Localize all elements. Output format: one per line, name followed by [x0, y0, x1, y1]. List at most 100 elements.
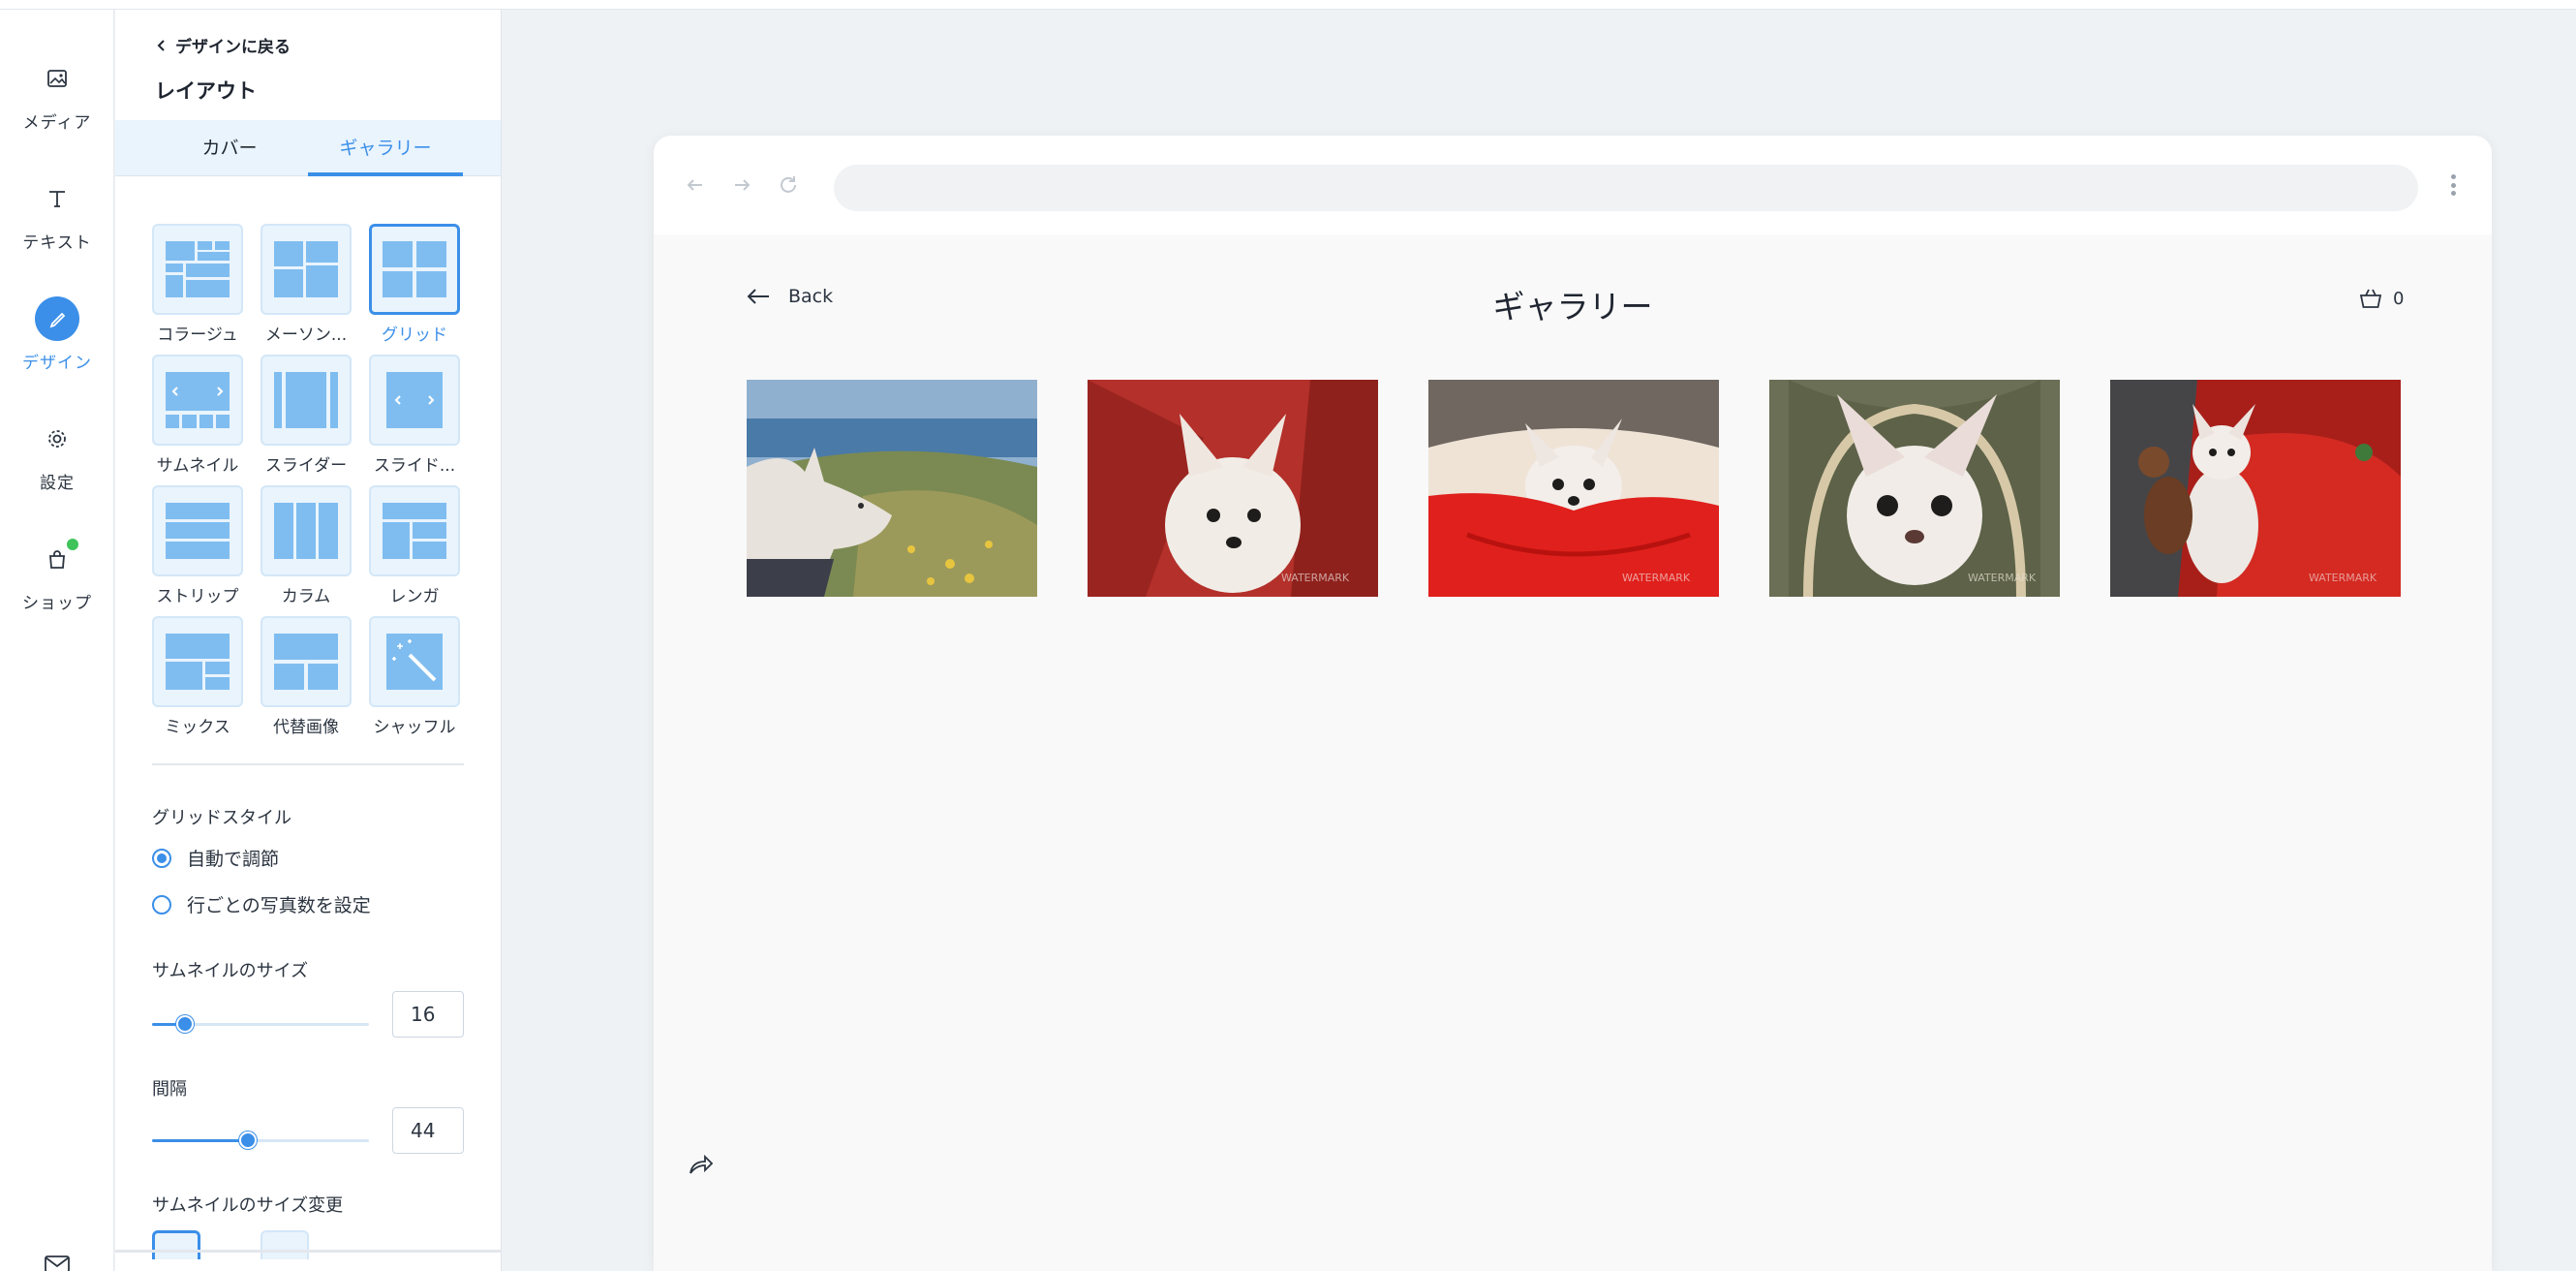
tab-gallery[interactable]: ギャラリー — [308, 120, 463, 176]
rail-label-shop: ショップ — [22, 594, 92, 613]
slider-handle[interactable] — [175, 1015, 194, 1033]
back-label: デザインに戻る — [175, 38, 291, 57]
layout-label: グリッド — [382, 326, 447, 345]
address-bar[interactable] — [834, 165, 2418, 211]
thumbnail-resize-label: サムネイルのサイズ変更 — [152, 1195, 344, 1216]
gallery-photo[interactable] — [747, 380, 1037, 597]
layout-option-collage[interactable]: コラージュ — [152, 224, 243, 345]
gear-icon — [35, 417, 79, 461]
rail-item-design[interactable]: デザイン — [0, 296, 114, 373]
strip-layout-icon — [166, 503, 230, 559]
column-layout-icon — [274, 503, 338, 559]
gallery-photo[interactable]: WATERMARK — [2110, 380, 2401, 597]
dog-photo-with-toy: WATERMARK — [2110, 380, 2401, 597]
rail-label-settings: 設定 — [40, 474, 75, 493]
svg-text:WATERMARK: WATERMARK — [1968, 572, 2037, 584]
text-icon — [35, 176, 79, 221]
layout-label: 代替画像 — [273, 718, 339, 737]
dog-photo-red-blanket: WATERMARK — [1088, 380, 1378, 597]
cart-button[interactable]: 0 — [2358, 287, 2404, 310]
svg-text:WATERMARK: WATERMARK — [1281, 572, 1350, 584]
rail-label-media: メディア — [22, 113, 92, 133]
layout-option-slideshow[interactable]: スライド... — [369, 355, 460, 476]
share-icon[interactable] — [686, 1150, 715, 1179]
radio-button-selected[interactable] — [152, 848, 171, 868]
thumbnail-size-slider[interactable] — [152, 1014, 369, 1034]
brush-icon — [35, 296, 79, 341]
thumbnail-size-input[interactable]: 16 — [392, 991, 464, 1038]
panel-title: レイアウト — [155, 79, 257, 103]
notification-dot — [67, 539, 78, 550]
rail-item-text[interactable]: テキスト — [0, 176, 114, 253]
grid-layout-icon — [383, 241, 446, 297]
radio-photos-per-row[interactable]: 行ごとの写真数を設定 — [152, 891, 371, 917]
layout-panel: デザインに戻る レイアウト カバー ギャラリー コラージュ メーソン... グリ… — [115, 10, 502, 1271]
section-divider — [152, 763, 464, 765]
cart-count: 0 — [2393, 288, 2405, 309]
layout-label: スライド... — [373, 456, 456, 476]
back-to-design-link[interactable]: デザインに戻る — [156, 33, 291, 57]
layout-option-strip[interactable]: ストリップ — [152, 485, 243, 606]
radio-button[interactable] — [152, 894, 171, 914]
layout-option-masonry[interactable]: メーソン... — [261, 224, 352, 345]
dog-photo-coast — [747, 380, 1037, 597]
collage-layout-icon — [166, 241, 230, 297]
layout-option-thumbnail[interactable]: サムネイル — [152, 355, 243, 476]
dog-photo-blanket-wrapped: WATERMARK — [1428, 380, 1719, 597]
layout-label: カラム — [281, 587, 331, 606]
spacing-label: 間隔 — [152, 1079, 187, 1100]
spacing-slider[interactable] — [152, 1131, 369, 1150]
top-strip — [0, 0, 2576, 10]
thumbnail-size-label: サムネイルのサイズ — [152, 961, 309, 981]
dog-photo-in-bag: WATERMARK — [1769, 380, 2060, 597]
arrow-right-icon[interactable] — [729, 172, 754, 198]
tab-bar: カバー ギャラリー — [115, 120, 501, 176]
more-options-icon[interactable] — [2447, 170, 2459, 200]
arrow-left-icon[interactable] — [683, 172, 708, 198]
layout-label: レンガ — [389, 587, 440, 606]
layout-label: ミックス — [165, 718, 230, 737]
bag-icon — [35, 537, 79, 581]
rail-item-media[interactable]: メディア — [0, 56, 114, 133]
radio-label: 行ごとの写真数を設定 — [187, 895, 371, 916]
tab-cover[interactable]: カバー — [152, 120, 307, 176]
radio-auto-adjust[interactable]: 自動で調節 — [152, 845, 279, 871]
rail-label-design: デザイン — [22, 354, 92, 373]
browser-toolbar — [654, 136, 2492, 234]
slider-layout-icon — [274, 372, 338, 428]
radio-label: 自動で調節 — [187, 849, 280, 870]
panel-footer-border — [115, 1250, 501, 1253]
layout-option-shuffle[interactable]: シャッフル — [369, 616, 460, 737]
magic-wand-icon — [386, 634, 443, 690]
basket-icon — [2359, 289, 2382, 308]
spacing-input[interactable]: 44 — [392, 1107, 464, 1154]
rail-item-shop[interactable]: ショップ — [0, 537, 114, 613]
layout-option-slider[interactable]: スライダー — [261, 355, 352, 476]
alternate-layout-icon — [274, 634, 338, 690]
layout-option-alternate[interactable]: 代替画像 — [261, 616, 352, 737]
resize-option-crop[interactable] — [152, 1230, 200, 1259]
left-rail: メディア テキスト デザイン 設定 ショップ — [0, 10, 114, 1271]
svg-text:WATERMARK: WATERMARK — [1622, 572, 1691, 584]
layout-option-grid[interactable]: グリッド — [369, 224, 460, 345]
slider-handle[interactable] — [238, 1132, 257, 1149]
mail-icon[interactable] — [43, 1253, 72, 1271]
gallery-photo[interactable]: WATERMARK — [1088, 380, 1378, 597]
thumbnail-layout-icon — [166, 372, 230, 428]
resize-option-fit[interactable] — [261, 1230, 309, 1259]
gallery-photo[interactable]: WATERMARK — [1428, 380, 1719, 597]
layout-option-column[interactable]: カラム — [261, 485, 352, 606]
gallery-photo[interactable]: WATERMARK — [1769, 380, 2060, 597]
rail-item-settings[interactable]: 設定 — [0, 417, 114, 493]
layout-option-mix[interactable]: ミックス — [152, 616, 243, 737]
layout-label: メーソン... — [264, 326, 348, 345]
refresh-icon[interactable] — [776, 172, 801, 198]
layout-option-brick[interactable]: レンガ — [369, 485, 460, 606]
brick-layout-icon — [383, 503, 446, 559]
chevron-left-icon — [157, 39, 165, 51]
slideshow-layout-icon — [386, 372, 443, 428]
masonry-layout-icon — [274, 241, 338, 297]
svg-text:WATERMARK: WATERMARK — [2309, 572, 2377, 584]
layout-label: スライダー — [264, 456, 348, 476]
layout-label: コラージュ — [157, 326, 238, 345]
